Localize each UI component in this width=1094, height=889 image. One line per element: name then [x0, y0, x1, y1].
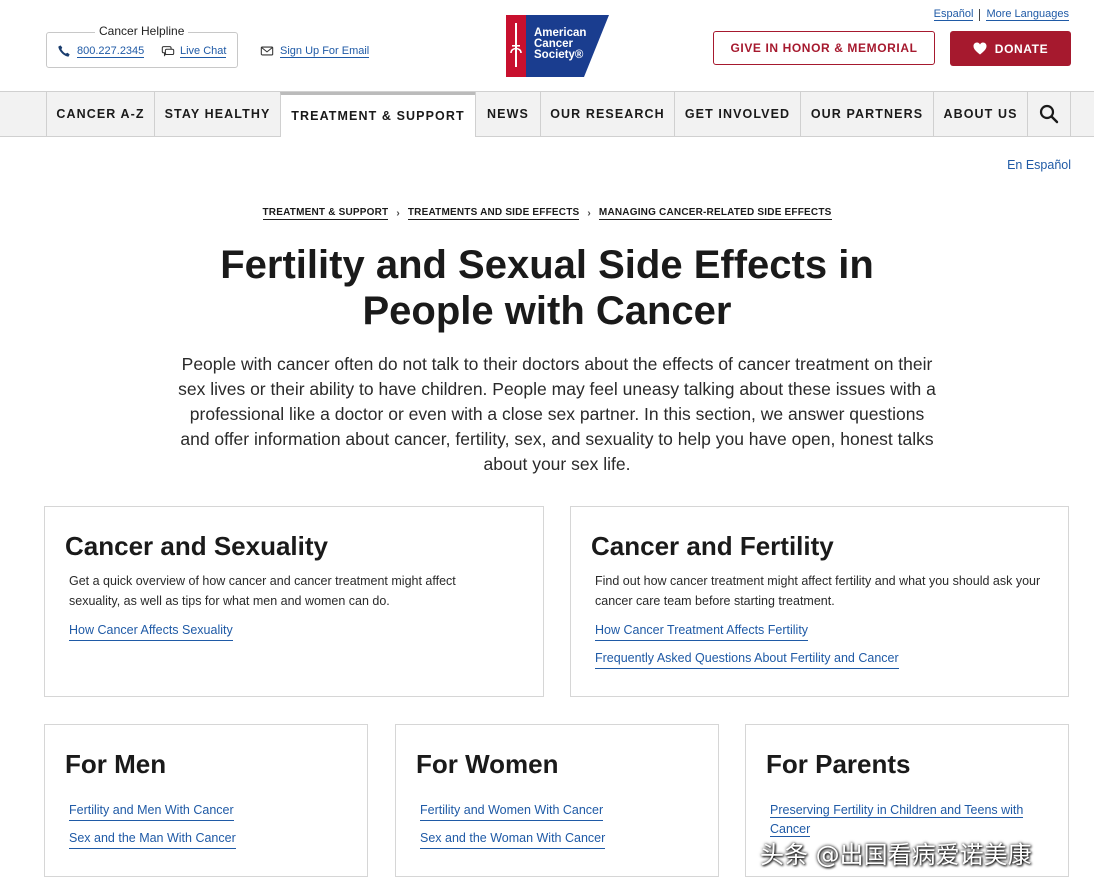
card-link-fertility-women[interactable]: Fertility and Women With Cancer	[420, 801, 604, 821]
donate-label: DONATE	[994, 41, 1049, 56]
language-links: Español More Languages	[933, 8, 1069, 21]
search-button[interactable]	[1027, 92, 1071, 136]
card-title: Cancer and Fertility	[591, 531, 834, 561]
helpline-phone[interactable]: 800.227.2345	[57, 44, 145, 58]
mail-icon	[260, 46, 274, 56]
card-link-fertility-men[interactable]: Fertility and Men With Cancer	[69, 801, 234, 821]
card-cancer-sexuality: Cancer and Sexuality Get a quick overvie…	[44, 506, 544, 697]
more-languages-link[interactable]: More Languages	[986, 8, 1069, 21]
card-title: Cancer and Sexuality	[65, 531, 328, 561]
helpline-box: Cancer Helpline 800.227.2345 Live Chat	[46, 24, 238, 68]
nav-our-partners[interactable]: OUR PARTNERS	[800, 92, 933, 136]
breadcrumb: TREATMENT & SUPPORT › TREATMENTS AND SID…	[0, 207, 1094, 220]
acs-logo[interactable]: American Cancer Society®	[506, 15, 609, 77]
card-link-sex-man[interactable]: Sex and the Man With Cancer	[69, 829, 236, 849]
email-signup[interactable]: Sign Up For Email	[260, 44, 370, 58]
chevron-right-icon: ›	[396, 208, 400, 219]
helpline-phone-link[interactable]: 800.227.2345	[77, 45, 145, 58]
card-link-fertility-faq[interactable]: Frequently Asked Questions About Fertili…	[595, 649, 899, 669]
nav-about-us[interactable]: ABOUT US	[933, 92, 1027, 136]
logo-line-3: Society®	[534, 49, 584, 61]
live-chat-link[interactable]: Live Chat	[180, 45, 227, 58]
page-title: Fertility and Sexual Side Effects in Peo…	[0, 242, 1094, 334]
page-title-line-1: Fertility and Sexual Side Effects in	[220, 243, 874, 287]
main-nav: CANCER A-Z STAY HEALTHY TREATMENT & SUPP…	[0, 91, 1094, 137]
helpline-title: Cancer Helpline	[95, 24, 189, 38]
card-link-preserving-fertility-text[interactable]: Preserving Fertility in Children and Tee…	[770, 803, 1024, 837]
nav-stay-healthy[interactable]: STAY HEALTHY	[154, 92, 280, 136]
card-description: Get a quick overview of how cancer and c…	[69, 574, 456, 608]
card-title: For Women	[416, 749, 559, 779]
language-divider	[979, 8, 981, 21]
card-title: For Men	[65, 749, 167, 779]
breadcrumb-item-treatment-support[interactable]: TREATMENT & SUPPORT	[262, 207, 389, 220]
card-description: Find out how cancer treatment might affe…	[595, 574, 1041, 608]
nav-news[interactable]: NEWS	[475, 92, 540, 136]
site-header: Cancer Helpline 800.227.2345 Live Chat S…	[0, 0, 1094, 91]
card-link-preserving-fertility[interactable]: Preserving Fertility in Children and Tee…	[770, 801, 1025, 839]
breadcrumb-item-treatments-side-effects[interactable]: TREATMENTS AND SIDE EFFECTS	[407, 207, 580, 220]
search-icon	[1039, 104, 1059, 124]
email-signup-link[interactable]: Sign Up For Email	[280, 45, 370, 58]
card-link-how-cancer-affects-sexuality[interactable]: How Cancer Affects Sexuality	[69, 621, 233, 641]
nav-treatment-support[interactable]: TREATMENT & SUPPORT	[280, 92, 475, 137]
give-honor-button[interactable]: GIVE IN HONOR & MEMORIAL	[713, 31, 935, 65]
intro-paragraph: People with cancer often do not talk to …	[178, 354, 936, 474]
card-link-treatment-affects-fertility[interactable]: How Cancer Treatment Affects Fertility	[595, 621, 809, 641]
card-for-men: For Men Fertility and Men With Cancer Se…	[44, 724, 368, 877]
card-cancer-fertility: Cancer and Fertility Find out how cancer…	[570, 506, 1069, 697]
phone-icon	[58, 45, 70, 57]
page-title-line-2: People with Cancer	[362, 289, 732, 333]
donate-button[interactable]: DONATE	[950, 31, 1071, 66]
card-title: For Parents	[766, 749, 911, 779]
logo-text: American Cancer Society®	[534, 27, 586, 61]
espanol-link[interactable]: Español	[933, 8, 974, 21]
nav-get-involved[interactable]: GET INVOLVED	[674, 92, 800, 136]
chat-icon	[161, 46, 175, 57]
chevron-right-icon: ›	[587, 208, 591, 219]
en-espanol-link[interactable]: En Español	[1007, 158, 1071, 172]
nav-our-research[interactable]: OUR RESEARCH	[540, 92, 674, 136]
helpline-chat[interactable]: Live Chat	[161, 44, 227, 58]
nav-cancer-a-z[interactable]: CANCER A-Z	[46, 92, 154, 136]
card-link-sex-woman[interactable]: Sex and the Woman With Cancer	[420, 829, 606, 849]
card-for-women: For Women Fertility and Women With Cance…	[395, 724, 719, 877]
heart-icon	[973, 42, 987, 55]
watermark: 头条 @出国看病爱诺美康	[760, 841, 1032, 869]
breadcrumb-item-managing-side-effects[interactable]: MANAGING CANCER-RELATED SIDE EFFECTS	[598, 207, 832, 220]
